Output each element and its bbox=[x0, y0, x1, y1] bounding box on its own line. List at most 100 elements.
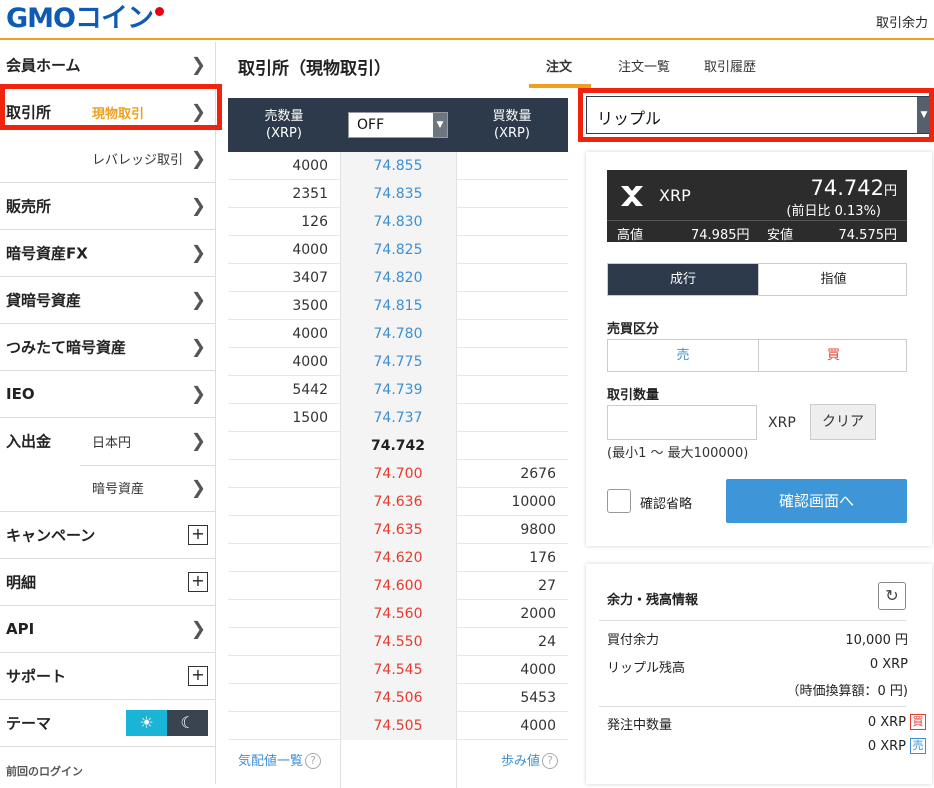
sidebar-item-label: 会員ホーム bbox=[6, 56, 81, 75]
sell-qty-cell bbox=[228, 712, 340, 740]
ask-row[interactable]: 5442 74.739 bbox=[228, 376, 568, 404]
order-book: 売数量 (XRP) OFF ▼ 買数量 (XRP) 4000 74.855 2351 74.… bbox=[228, 98, 568, 788]
column-divider bbox=[340, 152, 341, 788]
bid-row[interactable]: 74.635 9800 bbox=[228, 516, 568, 544]
gmo-coin-logo[interactable]: GMOコイン bbox=[6, 4, 164, 34]
sidebar-item-label: サポート bbox=[6, 667, 67, 686]
skip-confirm-checkbox[interactable] bbox=[607, 489, 631, 513]
sun-icon[interactable]: ☀ bbox=[126, 710, 167, 736]
price-cell: 74.737 bbox=[340, 404, 456, 432]
xrp-balance-value: 0 XRP bbox=[869, 657, 908, 672]
column-divider bbox=[456, 152, 457, 788]
help-icon[interactable]: ? bbox=[305, 753, 322, 769]
mid-price-row[interactable]: 74.742 bbox=[228, 432, 568, 460]
confirm-button[interactable]: 確認画面へ bbox=[726, 479, 907, 523]
ask-row[interactable]: 4000 74.825 bbox=[228, 236, 568, 264]
ticker-price-unit: 円 bbox=[883, 184, 897, 199]
bid-row[interactable]: 74.620 176 bbox=[228, 544, 568, 572]
sidebar-subitem-jpy[interactable]: 日本円 bbox=[92, 432, 131, 451]
price-cell: 74.505 bbox=[340, 712, 456, 740]
low-value: 74.575円 bbox=[838, 228, 898, 243]
ask-row[interactable]: 3407 74.820 bbox=[228, 264, 568, 292]
bid-row[interactable]: 74.545 4000 bbox=[228, 656, 568, 684]
price-group-select[interactable]: OFF ▼ bbox=[348, 112, 448, 138]
sidebar-subitem-crypto[interactable]: 暗号資産 bbox=[92, 478, 144, 497]
chevron-right-icon: ❯ bbox=[190, 289, 206, 311]
bid-row[interactable]: 74.505 4000 bbox=[228, 712, 568, 740]
pending-sell-value: 0 XRP bbox=[867, 739, 906, 754]
buy-qty-cell: 10000 bbox=[511, 494, 556, 510]
plus-icon: + bbox=[188, 666, 208, 686]
sidebar-item-support[interactable]: サポート + bbox=[0, 653, 216, 700]
buy-qty-cell bbox=[456, 208, 568, 236]
buy-qty-cell: 24 bbox=[538, 634, 556, 650]
xrp-balance-label: リップル残高 bbox=[607, 661, 686, 676]
ask-row[interactable]: 126 74.830 bbox=[228, 208, 568, 236]
price-cell: 74.739 bbox=[340, 376, 456, 404]
trade-tape-link[interactable]: 歩み値? bbox=[501, 750, 558, 769]
price-cell: 74.700 bbox=[340, 460, 456, 488]
trading-capacity-link[interactable]: 取引余力 bbox=[876, 12, 928, 31]
ask-row[interactable]: 1500 74.737 bbox=[228, 404, 568, 432]
sidebar-item-api[interactable]: API ❯ bbox=[0, 606, 216, 653]
side-buy-button[interactable]: 買 bbox=[758, 340, 908, 371]
plus-icon: + bbox=[188, 572, 208, 592]
tab-order[interactable]: 注文 bbox=[546, 56, 572, 75]
buy-power-label: 買付余力 bbox=[607, 633, 660, 648]
bid-row[interactable]: 74.600 27 bbox=[228, 572, 568, 600]
highlight-box-coin bbox=[578, 88, 934, 142]
ask-row[interactable]: 4000 74.775 bbox=[228, 348, 568, 376]
order-type-market[interactable]: 成行 bbox=[608, 264, 758, 295]
bid-row[interactable]: 74.636 10000 bbox=[228, 488, 568, 516]
sidebar-subitem-leverage[interactable]: レバレッジ取引 bbox=[92, 149, 183, 168]
ask-row[interactable]: 2351 74.835 bbox=[228, 180, 568, 208]
moon-icon[interactable]: ☾ bbox=[167, 710, 208, 736]
refresh-icon[interactable]: ↻ bbox=[878, 582, 906, 610]
sidebar-item-statement[interactable]: 明細 + bbox=[0, 559, 216, 606]
depth-list-link[interactable]: 気配値一覧? bbox=[238, 750, 322, 769]
sell-qty-cell bbox=[228, 516, 340, 544]
skip-confirm-label: 確認省略 bbox=[640, 497, 693, 512]
bid-row[interactable]: 74.506 5453 bbox=[228, 684, 568, 712]
quantity-input[interactable] bbox=[607, 405, 757, 440]
help-icon[interactable]: ? bbox=[542, 753, 558, 769]
theme-toggle[interactable]: ☀ ☾ bbox=[126, 710, 208, 736]
sidebar-item-dealer[interactable]: 販売所 ❯ bbox=[0, 183, 216, 230]
sidebar-item-label: API bbox=[6, 620, 35, 638]
high-label: 高値 bbox=[617, 228, 644, 243]
side-sell-button[interactable]: 売 bbox=[608, 340, 758, 371]
buy-qty-cell bbox=[456, 180, 568, 208]
buy-qty-cell: 2676 bbox=[520, 466, 556, 482]
price-cell: 74.825 bbox=[340, 236, 456, 264]
sidebar-item-deposit: 入出金 日本円 ❯ 暗号資産 ❯ bbox=[0, 418, 216, 512]
sidebar-item-fx[interactable]: 暗号資産FX ❯ bbox=[0, 230, 216, 277]
sell-qty-cell bbox=[228, 432, 340, 460]
sidebar-item-campaign[interactable]: キャンペーン + bbox=[0, 512, 216, 559]
bid-row[interactable]: 74.560 2000 bbox=[228, 600, 568, 628]
tab-trade-history[interactable]: 取引履歴 bbox=[704, 56, 756, 75]
page-title: 取引所（現物取引） bbox=[238, 59, 391, 79]
bid-row[interactable]: 74.700 2676 bbox=[228, 460, 568, 488]
tab-order-list[interactable]: 注文一覧 bbox=[618, 56, 670, 75]
sell-qty-cell: 4000 bbox=[292, 326, 328, 342]
sidebar-item-lending[interactable]: 貸暗号資産 ❯ bbox=[0, 277, 216, 324]
chevron-right-icon: ❯ bbox=[190, 242, 206, 264]
bid-row[interactable]: 74.550 24 bbox=[228, 628, 568, 656]
quantity-label: 取引数量 bbox=[607, 388, 660, 403]
sidebar-item-tsumitate[interactable]: つみたて暗号資産 ❯ bbox=[0, 324, 216, 371]
sidebar-item-ieo[interactable]: IEO ❯ bbox=[0, 371, 216, 418]
buy-qty-header: 買数量 (XRP) bbox=[456, 108, 568, 142]
clear-button[interactable]: クリア bbox=[810, 404, 876, 440]
price-cell: 74.550 bbox=[340, 628, 456, 656]
price-cell: 74.635 bbox=[340, 516, 456, 544]
sell-qty-cell bbox=[228, 488, 340, 516]
xrp-icon bbox=[621, 186, 643, 206]
ask-row[interactable]: 4000 74.855 bbox=[228, 152, 568, 180]
ask-row[interactable]: 3500 74.815 bbox=[228, 292, 568, 320]
sidebar-item-label: つみたて暗号資産 bbox=[6, 338, 127, 357]
sidebar-item-home[interactable]: 会員ホーム ❯ bbox=[0, 42, 216, 89]
price-cell: 74.855 bbox=[340, 152, 456, 180]
sidebar-item-label: 入出金 bbox=[6, 432, 52, 451]
ask-row[interactable]: 4000 74.780 bbox=[228, 320, 568, 348]
order-type-limit[interactable]: 指値 bbox=[758, 264, 908, 295]
